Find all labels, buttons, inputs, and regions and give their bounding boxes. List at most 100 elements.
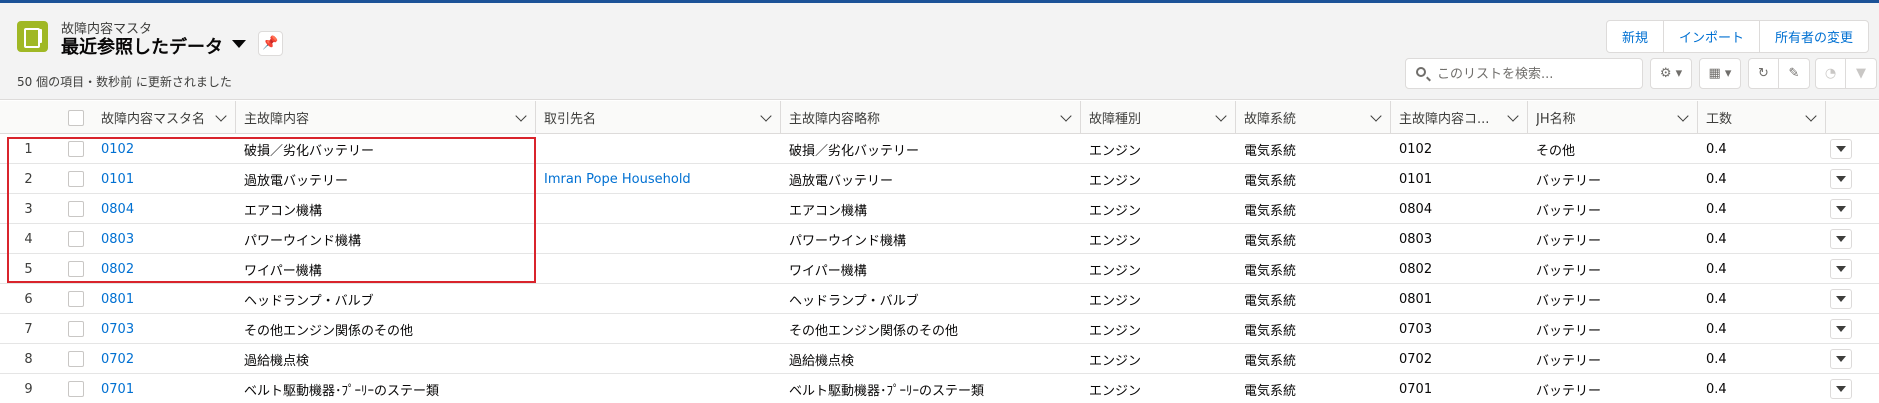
fault-abbr-cell: 過給機点検 <box>789 353 855 369</box>
select-all-checkbox[interactable] <box>68 109 84 126</box>
account-name-link[interactable] <box>544 194 781 224</box>
row-checkbox[interactable] <box>68 351 84 367</box>
row-checkbox[interactable] <box>68 231 84 247</box>
column-header-label: 工数 <box>1706 112 1733 127</box>
row-select-cell <box>57 314 93 344</box>
refresh-button[interactable]: ↻ <box>1748 58 1779 89</box>
row-number: 8 <box>24 351 33 367</box>
inline-edit-button[interactable]: ✎ <box>1779 58 1810 89</box>
chevron-down-icon[interactable] <box>1370 110 1382 122</box>
account-name-link[interactable] <box>544 314 781 344</box>
row-select-cell <box>57 194 93 224</box>
fault-type-cell: エンジン <box>1089 323 1142 339</box>
account-name-link[interactable] <box>544 254 781 284</box>
jh-name-cell: バッテリー <box>1536 323 1602 339</box>
row-checkbox[interactable] <box>68 141 84 157</box>
row-actions-menu-button[interactable] <box>1830 259 1852 279</box>
chevron-down-icon[interactable] <box>1060 110 1072 122</box>
chevron-down-icon[interactable] <box>760 110 772 122</box>
fault-abbr-cell: 破損／劣化バッテリー <box>789 143 920 159</box>
row-checkbox[interactable] <box>68 171 84 187</box>
row-checkbox[interactable] <box>68 291 84 307</box>
record-name-link[interactable]: 0101 <box>101 164 236 194</box>
list-search-input[interactable] <box>1437 62 1637 86</box>
list-settings-button[interactable]: ⚙ ▾ <box>1650 58 1692 89</box>
account-name-link[interactable] <box>544 134 781 164</box>
row-actions-menu-button[interactable] <box>1830 349 1852 369</box>
record-name-link[interactable]: 0802 <box>101 254 236 284</box>
row-number: 7 <box>24 321 33 337</box>
record-name-link[interactable]: 0702 <box>101 344 236 374</box>
rownum-header <box>0 101 57 134</box>
row-actions-menu-button[interactable] <box>1830 319 1852 339</box>
account-name-link[interactable] <box>544 224 781 254</box>
fault-type-cell: エンジン <box>1089 263 1142 279</box>
column-header-label: JH名称 <box>1536 112 1576 127</box>
record-name-link[interactable]: 0703 <box>101 314 236 344</box>
column-header-account[interactable]: 取引先名 <box>536 101 781 134</box>
jh-name-cell: バッテリー <box>1536 353 1602 369</box>
column-header-jh[interactable]: JH名称 <box>1528 101 1698 134</box>
records-table: 故障内容マスタ名 主故障内容 取引先名 主故障内容略称 故障種別 故障系統 主故… <box>0 101 1879 403</box>
new-button[interactable]: 新規 <box>1607 21 1663 52</box>
account-name-link[interactable] <box>544 374 781 403</box>
record-name-link[interactable]: 0701 <box>101 374 236 403</box>
chevron-down-icon[interactable] <box>1215 110 1227 122</box>
account-name-link[interactable] <box>544 284 781 314</box>
jh-name-cell: その他 <box>1536 143 1576 159</box>
main-fault-cell: 過給機点検 <box>244 353 310 369</box>
column-header-label: 故障系統 <box>1244 112 1297 127</box>
column-header-system[interactable]: 故障系統 <box>1236 101 1391 134</box>
jh-name-cell: バッテリー <box>1536 173 1602 189</box>
column-header-type[interactable]: 故障種別 <box>1081 101 1236 134</box>
record-name-link[interactable]: 0102 <box>101 134 236 164</box>
fault-type-cell: エンジン <box>1089 233 1142 249</box>
import-button[interactable]: インポート <box>1663 21 1759 52</box>
column-header-hours[interactable]: 工数 <box>1698 101 1826 134</box>
column-header-code[interactable]: 主故障内容コ... <box>1391 101 1528 134</box>
hours-cell: 0.4 <box>1706 141 1727 157</box>
jh-name-cell: バッテリー <box>1536 233 1602 249</box>
fault-type-cell: エンジン <box>1089 173 1142 189</box>
row-actions-menu-button[interactable] <box>1830 379 1852 399</box>
row-actions-menu-button[interactable] <box>1830 199 1852 219</box>
display-as-button[interactable]: ▦ ▾ <box>1699 58 1741 89</box>
chevron-down-icon[interactable] <box>215 110 227 122</box>
column-header-label: 取引先名 <box>544 112 597 127</box>
charts-button[interactable]: ◔ <box>1815 58 1846 89</box>
fault-system-cell: 電気系統 <box>1244 203 1297 219</box>
column-header-main[interactable]: 主故障内容 <box>236 101 536 134</box>
fault-system-cell: 電気系統 <box>1244 143 1297 159</box>
chevron-down-icon[interactable] <box>1805 110 1817 122</box>
list-view-switcher-icon[interactable] <box>232 40 246 48</box>
row-actions-menu-button[interactable] <box>1830 139 1852 159</box>
row-checkbox[interactable] <box>68 201 84 217</box>
filters-button[interactable]: ▼ <box>1846 58 1877 89</box>
record-name-link[interactable]: 0801 <box>101 284 236 314</box>
column-header-name[interactable]: 故障内容マスタ名 <box>93 101 236 134</box>
account-name-link[interactable]: Imran Pope Household <box>544 164 781 194</box>
row-actions-menu-button[interactable] <box>1830 289 1852 309</box>
account-name-link[interactable] <box>544 344 781 374</box>
hours-cell: 0.4 <box>1706 291 1727 307</box>
chevron-down-icon[interactable] <box>1677 110 1689 122</box>
row-checkbox[interactable] <box>68 261 84 277</box>
row-select-cell <box>57 374 93 403</box>
row-checkbox[interactable] <box>68 381 84 397</box>
pin-list-button[interactable]: 📌 <box>258 31 283 56</box>
chevron-down-icon[interactable] <box>515 110 527 122</box>
row-select-cell <box>57 284 93 314</box>
row-actions-menu-button[interactable] <box>1830 169 1852 189</box>
record-name-link[interactable]: 0803 <box>101 224 236 254</box>
chevron-down-icon[interactable] <box>1507 110 1519 122</box>
row-checkbox[interactable] <box>68 321 84 337</box>
list-view-title[interactable]: 最近参照したデータ <box>61 33 223 59</box>
change-owner-button[interactable]: 所有者の変更 <box>1759 21 1868 52</box>
table-row: 2 0101 過放電バッテリー Imran Pope Household 過放電バッテリ… <box>0 164 1879 194</box>
column-header-abbr[interactable]: 主故障内容略称 <box>781 101 1081 134</box>
record-name-link[interactable]: 0804 <box>101 194 236 224</box>
table-body: 1 0102 破損／劣化バッテリー 破損／劣化バッテリー エンジン 電気系統 0102 その他… <box>0 134 1879 403</box>
row-actions-menu-button[interactable] <box>1830 229 1852 249</box>
fault-code-cell: 0803 <box>1399 231 1433 247</box>
hours-cell: 0.4 <box>1706 351 1727 367</box>
